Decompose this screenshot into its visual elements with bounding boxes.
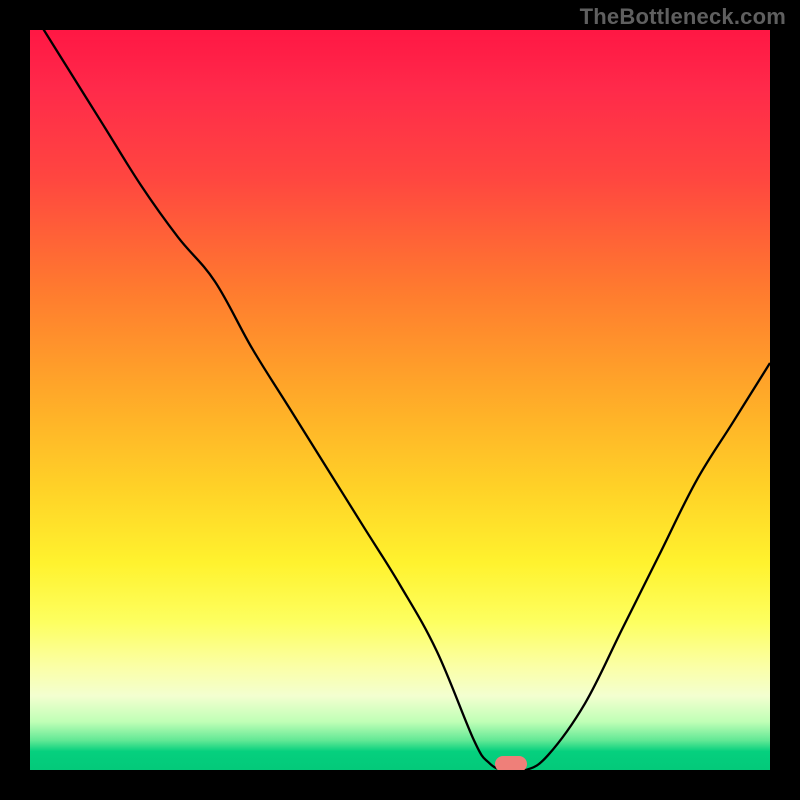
chart-container: TheBottleneck.com (0, 0, 800, 800)
optimal-point-marker (495, 756, 527, 770)
plot-area (30, 30, 770, 770)
chart-background-gradient (30, 30, 770, 770)
watermark-text: TheBottleneck.com (580, 4, 786, 30)
